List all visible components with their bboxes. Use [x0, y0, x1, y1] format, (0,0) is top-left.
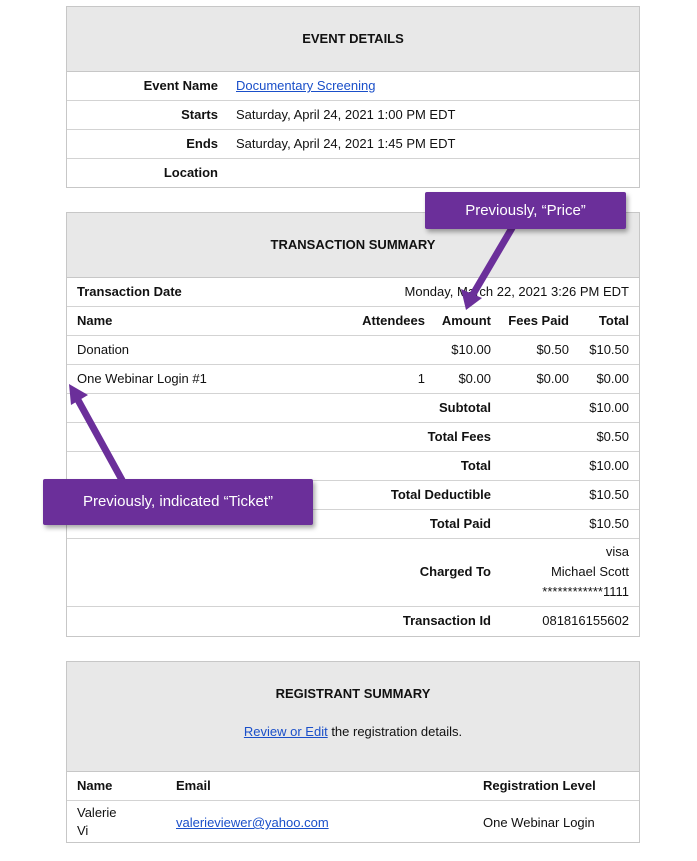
col-attendees-header: Attendees	[362, 313, 425, 328]
review-edit-link[interactable]: Review or Edit	[244, 724, 328, 739]
item-name: One Webinar Login #1	[77, 371, 207, 386]
col-amount-header: Amount	[441, 313, 491, 328]
transaction-date-value: Monday, March 22, 2021 3:26 PM EDT	[404, 284, 629, 299]
reg-col-email-header: Email	[176, 778, 211, 793]
item-fees: $0.50	[536, 342, 569, 357]
registrant-summary-header: REGISTRANT SUMMARY Review or Edit the re…	[67, 662, 639, 772]
card-type: visa	[605, 544, 629, 559]
item-amount: $0.00	[458, 371, 491, 386]
total-fees-label: Total Fees	[427, 429, 491, 444]
review-edit-text: the registration details.	[327, 724, 463, 739]
ends-label: Ends	[186, 136, 218, 151]
subtotal-value: $10.00	[589, 400, 629, 415]
registrant-email-link[interactable]: valerieviewer@yahoo.com	[176, 809, 329, 837]
charged-to-row: Charged To visa Michael Scott **********…	[67, 538, 639, 606]
ticket-callout: Previously, indicated “Ticket”	[43, 479, 313, 525]
item-fees: $0.00	[536, 371, 569, 386]
subtotal-label: Subtotal	[439, 400, 491, 415]
event-location-row: Location	[67, 158, 639, 187]
registrant-name-line2: Vi	[77, 823, 89, 838]
total-label: Total	[460, 458, 491, 473]
col-total-header: Total	[598, 313, 629, 328]
total-fees-value: $0.50	[596, 429, 629, 444]
item-amount: $10.00	[451, 342, 491, 357]
ends-value: Saturday, April 24, 2021 1:45 PM EDT	[236, 136, 456, 151]
total-deductible-value: $10.50	[589, 487, 629, 502]
total-paid-label: Total Paid	[429, 516, 491, 531]
subtotal-row: Subtotal $10.00	[67, 393, 639, 422]
charged-to-label: Charged To	[419, 564, 491, 579]
registrant-level: One Webinar Login	[483, 815, 595, 830]
review-edit-line: Review or Edit the registration details.	[67, 724, 639, 739]
registrant-header-row: Name Email Registration Level	[67, 772, 639, 800]
transaction-summary-panel: TRANSACTION SUMMARY Transaction Date Mon…	[66, 212, 640, 637]
table-row: Donation $10.00 $0.50 $10.50	[67, 335, 639, 364]
col-name-header: Name	[77, 313, 113, 328]
registrant-summary-panel: REGISTRANT SUMMARY Review or Edit the re…	[66, 661, 640, 843]
event-details-title: EVENT DETAILS	[67, 7, 639, 72]
total-deductible-label: Total Deductible	[390, 487, 491, 502]
transaction-id-value: 081816155602	[542, 613, 629, 628]
col-fees-header: Fees Paid	[508, 313, 569, 328]
starts-label: Starts	[181, 107, 218, 122]
card-number: ************1111	[542, 584, 629, 599]
registrant-summary-title: REGISTRANT SUMMARY	[275, 686, 431, 701]
event-name-row: Event Name Documentary Screening	[67, 72, 639, 100]
event-name-label: Event Name	[143, 78, 218, 93]
event-starts-row: Starts Saturday, April 24, 2021 1:00 PM …	[67, 100, 639, 129]
cardholder-name: Michael Scott	[550, 564, 629, 579]
table-row: One Webinar Login #1 1 $0.00 $0.00 $0.00	[67, 364, 639, 393]
reg-col-name-header: Name	[77, 778, 113, 793]
event-ends-row: Ends Saturday, April 24, 2021 1:45 PM ED…	[67, 129, 639, 158]
transaction-header-row: Name Attendees Amount Fees Paid Total	[67, 306, 639, 335]
transaction-id-label: Transaction Id	[402, 613, 491, 628]
starts-value: Saturday, April 24, 2021 1:00 PM EDT	[236, 107, 456, 122]
total-paid-value: $10.50	[589, 516, 629, 531]
total-fees-row: Total Fees $0.50	[67, 422, 639, 451]
transaction-date-row: Transaction Date Monday, March 22, 2021 …	[67, 278, 639, 306]
table-row: Valerie Vi valerieviewer@yahoo.com One W…	[67, 800, 639, 861]
item-name: Donation	[77, 342, 130, 357]
item-total: $0.00	[596, 371, 629, 386]
location-label: Location	[163, 165, 218, 180]
item-attendees: 1	[417, 371, 425, 386]
event-name-link[interactable]: Documentary Screening	[236, 72, 375, 100]
reg-col-level-header: Registration Level	[483, 778, 596, 793]
transaction-id-row: Transaction Id 081816155602	[67, 606, 639, 635]
transaction-date-label: Transaction Date	[77, 284, 182, 299]
event-details-panel: EVENT DETAILS Event Name Documentary Scr…	[66, 6, 640, 188]
total-value: $10.00	[589, 458, 629, 473]
item-total: $10.50	[589, 342, 629, 357]
price-callout: Previously, “Price”	[425, 192, 626, 229]
total-row: Total $10.00	[67, 451, 639, 480]
